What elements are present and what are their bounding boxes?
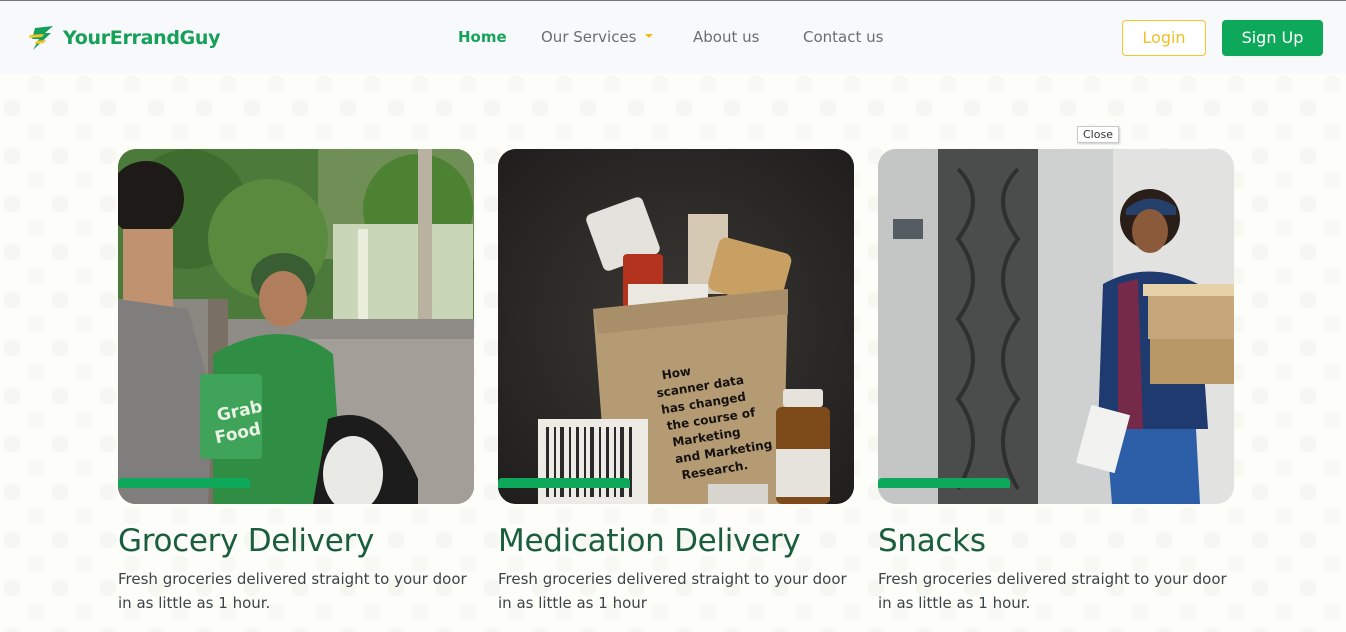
courier-handing-food-bag-photo: Grab Food	[118, 149, 474, 504]
close-tooltip[interactable]: Close	[1077, 126, 1119, 143]
nav-home-link[interactable]: Home	[458, 28, 507, 46]
card-description: Fresh groceries delivered straight to yo…	[878, 570, 1227, 612]
service-card-grocery: Grab Food Grocery Delivery Fresh groceri…	[118, 149, 474, 615]
card-description: Fresh groceries delivered straight to yo…	[498, 570, 847, 612]
paper-bag-with-products-photo: How scanner data has changed the course …	[498, 149, 854, 504]
nav-our-services-label: Our Services	[541, 28, 637, 46]
card-title: Medication Delivery	[498, 523, 801, 559]
caret-down-icon	[644, 33, 653, 38]
nav-about-us-link[interactable]: About us	[693, 28, 759, 46]
service-card-snacks: Snacks Fresh groceries delivered straigh…	[878, 149, 1234, 615]
service-card-medication: How scanner data has changed the course …	[498, 149, 854, 615]
snacks-card-button[interactable]	[878, 478, 1010, 488]
delivery-woman-with-boxes-photo	[878, 149, 1234, 504]
nav-our-services-dropdown[interactable]: Our Services	[541, 28, 653, 46]
login-button[interactable]: Login	[1122, 20, 1206, 56]
card-description: Fresh groceries delivered straight to yo…	[118, 570, 467, 612]
medication-card-button[interactable]	[498, 478, 630, 488]
card-title: Snacks	[878, 523, 986, 559]
card-title: Grocery Delivery	[118, 523, 374, 559]
grocery-card-button[interactable]	[118, 478, 250, 488]
navbar: YourErrandGuy Home Our Services About us…	[0, 1, 1346, 74]
nav-contact-us-link[interactable]: Contact us	[803, 28, 883, 46]
sign-up-button[interactable]: Sign Up	[1222, 20, 1323, 56]
